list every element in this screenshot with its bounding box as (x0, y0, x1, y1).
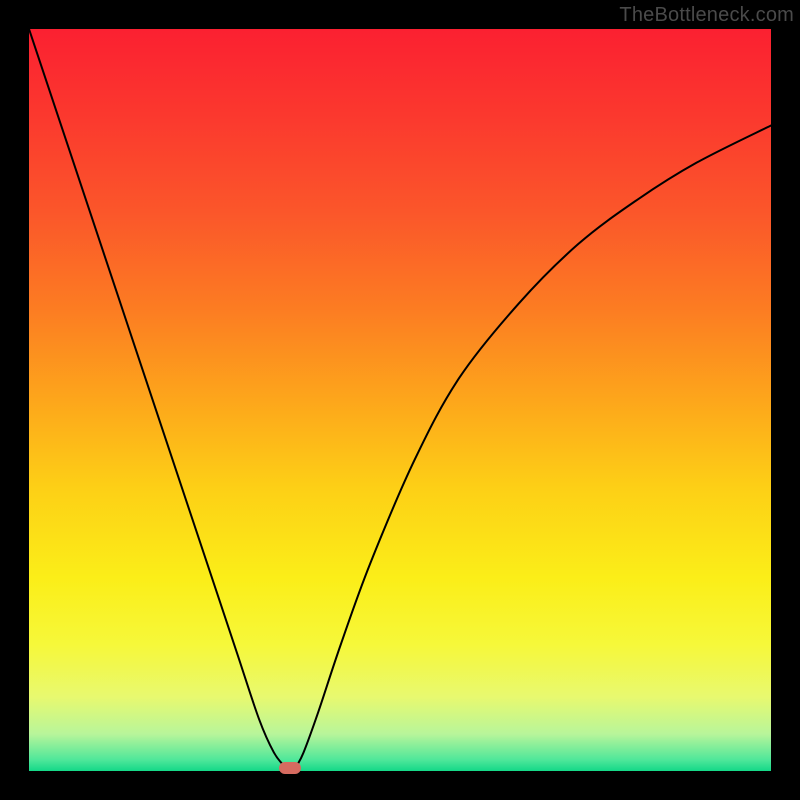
bottleneck-chart (29, 29, 771, 771)
gradient-background (29, 29, 771, 771)
chart-frame (29, 29, 771, 771)
watermark-text: TheBottleneck.com (619, 4, 794, 27)
optimal-point-marker (279, 762, 301, 774)
